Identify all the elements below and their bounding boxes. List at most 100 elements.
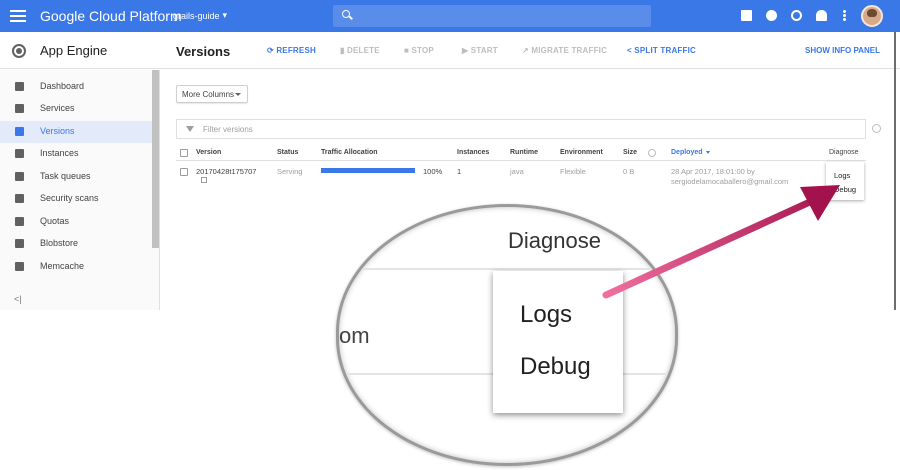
zoom-text-fragment: om <box>339 323 370 348</box>
search-input[interactable] <box>333 5 651 27</box>
delete-button[interactable]: ▮ DELETE <box>340 46 380 55</box>
project-name: grails-guide <box>173 10 220 21</box>
search-icon <box>342 10 350 18</box>
sidebar-item-memcache[interactable]: Memcache <box>0 256 152 278</box>
quotas-icon <box>15 217 24 226</box>
sidebar-item-label: Memcache <box>40 261 85 271</box>
more-vert-icon[interactable] <box>843 10 846 21</box>
refresh-icon: ⟳ <box>267 46 277 55</box>
page-title: Versions <box>176 44 231 59</box>
filter-input[interactable]: Filter versions <box>176 119 866 139</box>
sidebar: Dashboard Services Versions Instances Ta… <box>0 70 160 310</box>
debug-link[interactable]: Debug <box>834 185 856 194</box>
collapse-nav-button[interactable]: <| <box>14 294 22 304</box>
sidebar-item-quotas[interactable]: Quotas <box>0 211 152 233</box>
security-scans-icon <box>15 194 24 203</box>
stop-button[interactable]: ■ STOP <box>404 46 434 55</box>
runtime-value: java <box>510 167 524 176</box>
column-header-size[interactable]: Size <box>623 149 637 156</box>
zoom-diagnose-heading: Diagnose <box>508 228 601 253</box>
sidebar-item-label: Blobstore <box>40 238 79 248</box>
column-header-diagnose: Diagnose <box>829 149 859 156</box>
sidebar-item-label: Security scans <box>40 193 99 203</box>
open-external-icon[interactable] <box>201 177 207 183</box>
row-checkbox[interactable] <box>180 168 188 176</box>
traffic-allocation-bar <box>321 168 415 173</box>
product-title[interactable]: Google Cloud Platform <box>40 8 182 24</box>
sidebar-item-label: Instances <box>40 148 79 158</box>
traffic-percent: 100% <box>423 167 443 176</box>
hamburger-menu-icon[interactable] <box>10 8 26 24</box>
zoom-divider <box>339 268 675 270</box>
versions-icon <box>15 127 24 136</box>
task-queues-icon <box>15 172 24 181</box>
start-button[interactable]: ▶ START <box>462 46 498 55</box>
play-icon: ▶ <box>462 46 471 55</box>
column-header-environment[interactable]: Environment <box>560 149 603 156</box>
bell-icon[interactable] <box>816 10 827 21</box>
environment-value: Flexible <box>560 167 586 176</box>
services-icon <box>15 104 24 113</box>
size-help-icon[interactable] <box>648 149 656 157</box>
magnified-callout: Diagnose om Logs Debug <box>336 204 678 466</box>
more-columns-label: More Columns <box>182 90 235 99</box>
select-all-checkbox[interactable] <box>180 149 188 157</box>
logs-link[interactable]: Logs <box>834 171 850 180</box>
action-bar: Versions ⟳ REFRESH ▮ DELETE ■ STOP ▶ STA… <box>160 32 900 69</box>
column-header-version[interactable]: Version <box>196 149 221 156</box>
instances-value[interactable]: 1 <box>457 167 461 176</box>
column-header-runtime[interactable]: Runtime <box>510 149 538 156</box>
column-header-traffic[interactable]: Traffic Allocation <box>321 149 378 156</box>
column-header-instances[interactable]: Instances <box>457 149 489 156</box>
column-header-deployed[interactable]: Deployed <box>671 149 710 156</box>
version-link[interactable]: 20170428t175707 <box>196 167 256 176</box>
instances-icon <box>15 149 24 158</box>
split-label: SPLIT TRAFFIC <box>634 46 697 55</box>
sidebar-item-label: Versions <box>40 126 75 136</box>
migrate-traffic-button[interactable]: ↗ MIGRATE TRAFFIC <box>522 46 607 55</box>
sidebar-item-label: Dashboard <box>40 81 85 91</box>
nav-title: App Engine <box>40 43 108 58</box>
nav-header: App Engine <box>0 32 160 69</box>
sidebar-item-task-queues[interactable]: Task queues <box>0 166 152 188</box>
chevron-down-icon: ▾ <box>222 10 228 20</box>
project-selector[interactable]: grails-guide ▾ <box>173 10 227 21</box>
filter-help-icon[interactable] <box>872 124 881 133</box>
zoom-debug-link[interactable]: Debug <box>520 353 591 381</box>
scrollbar-edge <box>894 32 896 310</box>
status-value: Serving <box>277 167 303 176</box>
sidebar-item-security-scans[interactable]: Security scans <box>0 188 152 210</box>
filter-icon <box>186 126 194 132</box>
top-app-bar: Google Cloud Platform grails-guide ▾ <box>0 0 900 32</box>
size-value: 0 B <box>623 167 635 176</box>
diagnose-menu: Logs Debug <box>826 162 864 200</box>
sidebar-item-blobstore[interactable]: Blobstore <box>0 233 152 255</box>
filter-placeholder: Filter versions <box>203 125 253 134</box>
refresh-label: REFRESH <box>276 46 316 55</box>
memcache-icon <box>15 262 24 271</box>
sidebar-item-versions[interactable]: Versions <box>0 121 152 143</box>
sidebar-item-label: Services <box>40 103 75 113</box>
deployed-label: Deployed <box>671 149 703 156</box>
column-header-status[interactable]: Status <box>277 149 298 156</box>
deployed-value: 28 Apr 2017, 18:01:00 by <box>671 167 755 176</box>
zoom-diagnose-menu <box>493 271 623 413</box>
chevron-down-icon <box>235 93 241 96</box>
sidebar-item-services[interactable]: Services <box>0 98 152 120</box>
sidebar-scrollbar[interactable] <box>152 70 159 248</box>
split-traffic-button[interactable]: < SPLIT TRAFFIC <box>627 46 696 55</box>
refresh-button[interactable]: ⟳ REFRESH <box>267 46 316 55</box>
sidebar-item-instances[interactable]: Instances <box>0 143 152 165</box>
cloud-shell-icon[interactable] <box>741 10 752 21</box>
zoom-logs-link[interactable]: Logs <box>520 301 572 329</box>
avatar[interactable] <box>861 5 883 27</box>
show-info-panel-button[interactable]: SHOW INFO PANEL <box>805 46 880 55</box>
sidebar-item-dashboard[interactable]: Dashboard <box>0 76 152 98</box>
notifications-chat-icon[interactable] <box>766 10 777 21</box>
delete-label: DELETE <box>347 46 380 55</box>
more-columns-dropdown[interactable]: More Columns <box>176 85 248 103</box>
sidebar-item-label: Task queues <box>40 171 91 181</box>
migrate-label: MIGRATE TRAFFIC <box>531 46 608 55</box>
help-icon[interactable] <box>791 10 802 21</box>
migrate-icon: ↗ <box>522 46 532 55</box>
